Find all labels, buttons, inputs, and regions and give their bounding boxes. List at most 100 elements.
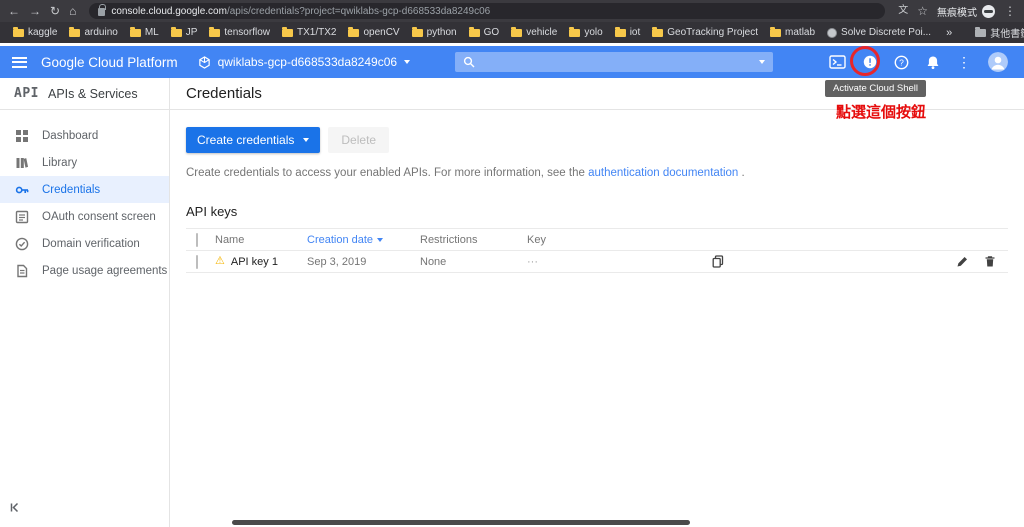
- search-icon: [463, 56, 475, 68]
- incognito-label: 無痕模式: [937, 7, 977, 19]
- horizontal-scrollbar-thumb[interactable]: [232, 520, 690, 525]
- sidebar-item-domain-verification[interactable]: Domain verification: [0, 230, 169, 257]
- header-actions: ? ⋮: [829, 52, 1008, 72]
- bookmark-item[interactable]: Solve Discrete Poi...: [822, 25, 936, 40]
- search-bar[interactable]: [455, 52, 773, 72]
- pencil-icon: [957, 257, 967, 267]
- sidebar-item-label: Credentials: [42, 183, 101, 196]
- warning-icon: ⚠: [215, 255, 225, 267]
- sidebar: API APIs & Services Dashboard Library Cr…: [0, 78, 170, 527]
- collapse-sidebar-button[interactable]: [8, 501, 22, 519]
- folder-icon: [69, 26, 81, 37]
- cloud-shell-icon: [829, 55, 846, 69]
- bookmark-label: openCV: [363, 27, 400, 38]
- api-key-restrictions: None: [420, 255, 447, 268]
- bookmark-item[interactable]: GeoTracking Project: [647, 25, 763, 40]
- bookmark-item[interactable]: iot: [610, 25, 646, 40]
- address-bar[interactable]: console.cloud.google.com/apis/credential…: [89, 3, 886, 19]
- api-key-creation-date: Sep 3, 2019: [307, 255, 367, 268]
- library-icon: [16, 157, 29, 168]
- bookmark-item[interactable]: openCV: [343, 25, 404, 40]
- toolbar: Create credentials Delete: [186, 127, 1008, 153]
- page-body: Create credentials Delete Create credent…: [170, 110, 1024, 273]
- bookmark-item[interactable]: matlab: [765, 25, 820, 40]
- activate-cloud-shell-button[interactable]: [829, 55, 846, 69]
- notifications-bell-button[interactable]: [926, 55, 940, 70]
- alert-icon: [863, 55, 877, 69]
- sidebar-item-library[interactable]: Library: [0, 149, 169, 176]
- bookmark-label: GeoTracking Project: [667, 27, 759, 38]
- help-button[interactable]: ?: [894, 55, 909, 70]
- bookmark-item[interactable]: vehicle: [506, 25, 562, 40]
- column-header-creation-date[interactable]: Creation date: [307, 234, 420, 246]
- red-text-annotation: 點選這個按鈕: [836, 104, 927, 121]
- search-scope-chevron-icon[interactable]: [759, 60, 765, 64]
- forward-icon[interactable]: →: [29, 5, 41, 17]
- hamburger-menu-icon[interactable]: [12, 56, 27, 68]
- domain-verification-icon: [15, 237, 29, 250]
- folder-icon: [569, 26, 581, 37]
- browser-menu-icon[interactable]: ⋮: [1004, 4, 1016, 18]
- sidebar-item-page-usage-agreements[interactable]: Page usage agreements: [0, 257, 169, 284]
- bookmark-item[interactable]: yolo: [564, 25, 607, 40]
- column-header-name: Name: [215, 233, 245, 246]
- folder-icon: [770, 26, 782, 37]
- api-key-name[interactable]: API key 1: [231, 256, 278, 268]
- sidebar-header: API APIs & Services: [0, 78, 169, 110]
- bookmark-label: matlab: [785, 27, 816, 38]
- copy-key-button[interactable]: [712, 255, 724, 268]
- description-text: Create credentials to access your enable…: [186, 167, 1008, 179]
- bookmark-item[interactable]: kaggle: [8, 25, 62, 40]
- bookmark-label: kaggle: [28, 27, 58, 38]
- folder-icon: [511, 26, 523, 37]
- bookmark-item[interactable]: JP: [166, 25, 203, 40]
- bookmark-item[interactable]: ML: [125, 25, 164, 40]
- notifications-alert-button[interactable]: [863, 55, 877, 69]
- avatar[interactable]: [988, 52, 1008, 72]
- header-more-menu-icon[interactable]: ⋮: [957, 54, 971, 71]
- delete-key-button[interactable]: [984, 255, 996, 268]
- row-checkbox[interactable]: [196, 254, 198, 269]
- bookmark-item[interactable]: python: [407, 25, 462, 40]
- folder-icon: [614, 26, 626, 37]
- api-key-masked-value: ···: [527, 255, 538, 268]
- bookmark-label: ML: [144, 27, 159, 38]
- edit-key-button[interactable]: [956, 255, 969, 268]
- bookmark-star-icon[interactable]: ☆: [917, 5, 928, 17]
- authentication-documentation-link[interactable]: authentication documentation: [588, 167, 738, 179]
- browser-window: ← → ↻ ⌂ console.cloud.google.com/apis/cr…: [0, 0, 1024, 527]
- translate-icon[interactable]: 文: [898, 6, 908, 16]
- folder-icon: [129, 26, 141, 37]
- key-icon: [15, 186, 29, 193]
- refresh-icon[interactable]: ↻: [50, 5, 60, 17]
- sidebar-item-dashboard[interactable]: Dashboard: [0, 122, 169, 149]
- create-credentials-button[interactable]: Create credentials: [186, 127, 321, 153]
- folder-icon: [209, 26, 221, 37]
- project-selector[interactable]: qwiklabs-gcp-d668533da8249c06: [198, 55, 411, 69]
- column-header-key: Key: [527, 233, 546, 246]
- select-all-checkbox[interactable]: [196, 232, 198, 247]
- dashboard-icon: [16, 129, 28, 142]
- sidebar-item-label: OAuth consent screen: [42, 210, 156, 223]
- browser-toolbar: ← → ↻ ⌂ console.cloud.google.com/apis/cr…: [0, 0, 1024, 22]
- sidebar-item-oauth-consent-screen[interactable]: OAuth consent screen: [0, 203, 169, 230]
- bookmark-item[interactable]: GO: [464, 25, 505, 40]
- gcp-brand[interactable]: Google Cloud Platform: [41, 55, 178, 70]
- sidebar-item-credentials[interactable]: Credentials: [0, 176, 169, 203]
- home-icon[interactable]: ⌂: [69, 5, 76, 17]
- other-bookmarks[interactable]: 其他書籤: [970, 23, 1024, 42]
- url-text: console.cloud.google.com/apis/credential…: [111, 6, 490, 17]
- incognito-badge: 無痕模式: [937, 4, 995, 19]
- url-path: /apis/credentials?project=qwiklabs-gcp-d…: [226, 5, 491, 17]
- sidebar-nav: Dashboard Library Credentials OAuth cons…: [0, 122, 169, 284]
- sort-descending-icon: [377, 237, 384, 242]
- bookmark-label: Solve Discrete Poi...: [841, 27, 932, 38]
- bookmark-item[interactable]: TX1/TX2: [277, 25, 341, 40]
- delete-button[interactable]: Delete: [328, 127, 390, 153]
- table-row[interactable]: ⚠ API key 1 Sep 3, 2019 None ···: [186, 251, 1008, 273]
- chevron-down-icon: [404, 60, 411, 64]
- bookmark-item[interactable]: arduino: [64, 25, 122, 40]
- back-icon[interactable]: ←: [8, 5, 20, 17]
- bookmark-item[interactable]: tensorflow: [204, 25, 275, 40]
- bookmarks-overflow-icon[interactable]: »: [940, 27, 958, 39]
